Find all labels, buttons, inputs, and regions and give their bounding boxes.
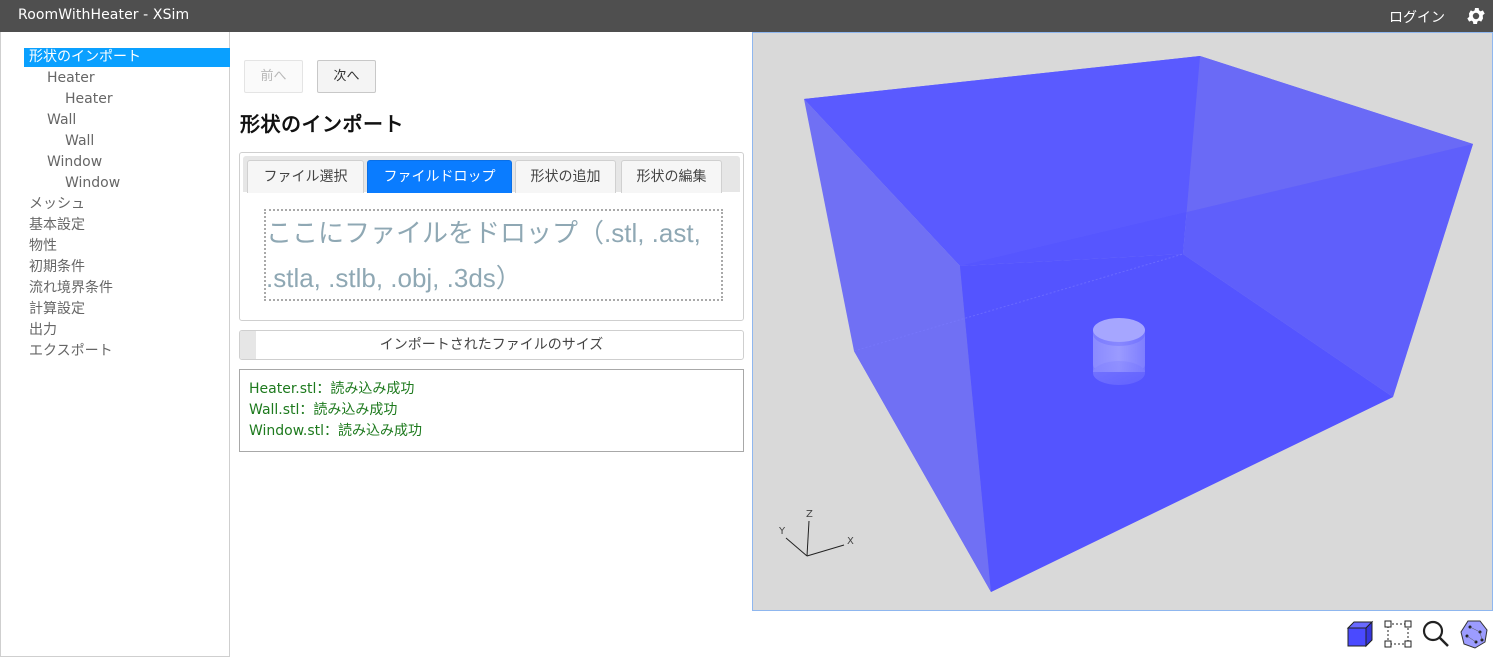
3d-viewport[interactable]: Z Y X <box>752 32 1493 611</box>
prev-button[interactable]: 前へ <box>244 60 303 93</box>
tab-file-select[interactable]: ファイル選択 <box>247 160 364 193</box>
sidebar-item-calc-settings[interactable]: 計算設定 <box>24 300 230 321</box>
sidebar-item-properties[interactable]: 物性 <box>24 237 230 258</box>
step-tree: 形状のインポート Heater Heater Wall Wall Window … <box>24 48 230 363</box>
import-panel: 前へ 次へ 形状のインポート ファイル選択 ファイルドロップ 形状の追加 形状の… <box>230 32 752 657</box>
x-axis <box>806 544 845 557</box>
sidebar-item-mesh[interactable]: メッシュ <box>24 195 230 216</box>
sidebar-item-output[interactable]: 出力 <box>24 321 230 342</box>
imported-size-bar: インポートされたファイルのサイズ <box>239 330 744 360</box>
axes-triad <box>785 520 845 557</box>
login-link[interactable]: ログイン <box>1389 7 1445 27</box>
tab-strip: ファイル選択 ファイルドロップ 形状の追加 形状の編集 <box>243 156 740 193</box>
app-title: RoomWithHeater - XSim <box>18 7 190 23</box>
sidebar-item-basic-settings[interactable]: 基本設定 <box>24 216 230 237</box>
z-axis <box>806 520 810 557</box>
file-drop-zone[interactable]: ここにファイルをドロップ（.stl, .ast, .stla, .stlb, .… <box>264 209 723 301</box>
gear-icon[interactable] <box>1465 5 1487 27</box>
axis-label-y: Y <box>778 526 786 537</box>
sidebar-item-shape-import[interactable]: 形状のインポート <box>24 48 230 67</box>
sidebar-item-export[interactable]: エクスポート <box>24 342 230 363</box>
axis-label-x: X <box>847 536 854 547</box>
import-log: Heater.stl：読み込み成功 Wall.stl：読み込み成功 Window… <box>239 369 744 452</box>
import-tabs: ファイル選択 ファイルドロップ 形状の追加 形状の編集 ここにファイルをドロップ… <box>239 152 744 321</box>
log-line: Heater.stl：読み込み成功 <box>249 381 415 397</box>
sidebar-item-wall[interactable]: Wall <box>24 132 230 153</box>
3d-scene[interactable]: Z Y X <box>753 33 1492 610</box>
sidebar-item-heater-group[interactable]: Heater <box>24 69 230 90</box>
sidebar-item-flow-boundary[interactable]: 流れ境界条件 <box>24 279 230 300</box>
tab-add-shape[interactable]: 形状の追加 <box>515 160 616 193</box>
heater-object[interactable] <box>1093 318 1145 385</box>
solid-view-icon[interactable] <box>1344 618 1376 650</box>
sidebar-item-window[interactable]: Window <box>24 174 230 195</box>
point-cloud-icon[interactable] <box>1458 618 1490 650</box>
box-select-icon[interactable] <box>1382 618 1414 650</box>
title-bar: RoomWithHeater - XSim ログイン <box>0 0 1493 32</box>
axis-label-z: Z <box>806 509 813 520</box>
sidebar-item-initial-conditions[interactable]: 初期条件 <box>24 258 230 279</box>
sidebar-item-wall-group[interactable]: Wall <box>24 111 230 132</box>
tab-file-drop[interactable]: ファイルドロップ <box>367 160 512 193</box>
log-line: Window.stl：読み込み成功 <box>249 423 423 439</box>
y-axis <box>785 537 808 557</box>
tab-edit-shape[interactable]: 形状の編集 <box>621 160 722 193</box>
heater-top <box>1093 318 1145 342</box>
sidebar-item-window-group[interactable]: Window <box>24 153 230 174</box>
next-button[interactable]: 次へ <box>317 60 376 93</box>
page-title: 形状のインポート <box>240 112 404 136</box>
log-line: Wall.stl：読み込み成功 <box>249 402 398 418</box>
zoom-icon[interactable] <box>1420 618 1452 650</box>
size-bar-label: インポートされたファイルのサイズ <box>379 337 604 353</box>
sidebar-item-heater[interactable]: Heater <box>24 90 230 111</box>
sidebar: 形状のインポート Heater Heater Wall Wall Window … <box>0 32 230 657</box>
